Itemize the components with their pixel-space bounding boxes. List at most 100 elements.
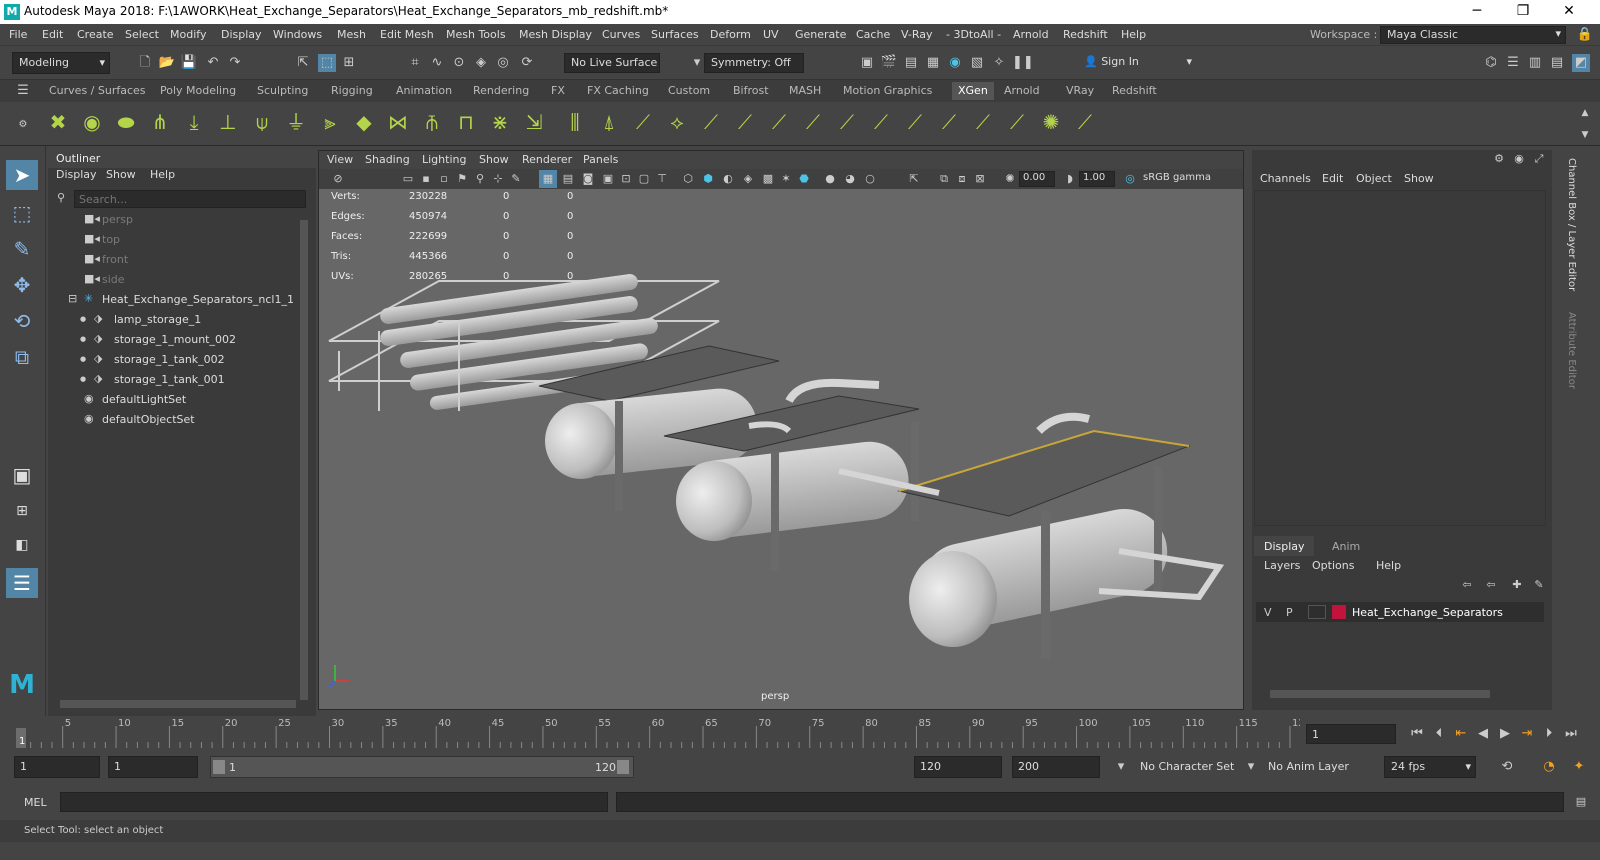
select-component-icon[interactable]: ⊞ [340,54,358,72]
render-view-icon[interactable]: ▣ [858,54,876,72]
tab-fx-caching[interactable]: FX Caching [587,84,649,97]
xgen-groom-icon[interactable]: ⋔ [147,107,173,137]
snap-view-icon[interactable]: ◈ [472,54,490,72]
tab-curves-surfaces[interactable]: Curves / Surfaces [49,84,146,97]
isolate-icon[interactable]: ⬡ [679,170,697,188]
hypershade-icon[interactable]: ◉ [946,54,964,72]
wireframe-shaded-icon[interactable]: ▩ [759,170,777,188]
channel-box-side-tab[interactable]: Channel Box / Layer Editor [1566,158,1577,291]
color-management-icon[interactable]: ◎ [1121,170,1139,188]
animation-preferences-icon[interactable]: ✦ [1570,758,1588,776]
film-gate-icon[interactable]: ⚑ [453,170,471,188]
time-slider[interactable]: 5 10 15 20 25 30 35 40 45 50 55 60 65 70 75 80 85 90 95 100… [0,716,1600,752]
xgen-pinch-icon[interactable]: ⟋ [970,107,996,137]
camera-attributes-icon[interactable]: ▭ [399,170,417,188]
move-tool-icon[interactable]: ✥ [6,270,38,300]
shelf-settings-icon[interactable]: ⚙ [14,116,32,134]
menu-select[interactable]: Select [125,28,159,41]
viewport-menu-view[interactable]: View [327,153,353,166]
pan-zoom-icon[interactable]: ⇱ [905,170,923,188]
outliner-item-front[interactable]: ■◂ front [48,250,298,270]
xray-active-icon[interactable]: ◈ [739,170,757,188]
snap-vertex-icon[interactable]: ⟳ [518,54,536,72]
anim-layer-field[interactable]: No Anim Layer [1268,760,1349,773]
textured-icon[interactable]: ⊡ [617,170,635,188]
outliner-menu-display[interactable]: Display [56,168,97,181]
layer-playback-toggle[interactable]: P [1286,606,1293,619]
live-surface-field[interactable]: No Live Surface [564,53,660,73]
select-camera-icon[interactable]: ⊘ [329,170,347,188]
hud-icon[interactable]: ○ [861,170,879,188]
xgen-comb-icon[interactable]: ⫸ [317,107,343,137]
tab-mash[interactable]: MASH [789,84,821,97]
shelf-menu-icon[interactable]: ☰ [14,82,32,100]
menu-file[interactable]: File [9,28,27,41]
safe-action-icon[interactable]: ✎ [507,170,525,188]
xgen-noise-icon[interactable]: ⟡ [664,107,690,137]
lights-icon[interactable]: ▢ [635,170,653,188]
menu-deform[interactable]: Deform [710,28,751,41]
outliner-item-default-light-set[interactable]: ◉ defaultLightSet [48,390,298,410]
tab-rendering[interactable]: Rendering [473,84,529,97]
xgen-clump-icon[interactable]: ⋇ [487,107,513,137]
menu-surfaces[interactable]: Surfaces [651,28,699,41]
xgen-scatter-icon[interactable]: ✺ [1038,107,1064,137]
resolution-gate-icon[interactable]: ⚲ [471,170,489,188]
collapse-icon[interactable]: ⊟ [68,292,77,305]
menu-create[interactable]: Create [77,28,114,41]
go-to-start-icon[interactable]: ⏮ [1408,725,1426,743]
single-perspective-icon[interactable]: ▣ [6,460,38,490]
outliner-horizontal-scrollbar[interactable] [60,700,296,708]
layer-name[interactable]: Heat_Exchange_Separators [1352,606,1503,619]
four-view-icon[interactable]: ⊞ [6,496,38,526]
xgen-export-icon[interactable]: ⇲ [521,107,547,137]
menu-generate[interactable]: Generate [795,28,846,41]
menu-edit[interactable]: Edit [42,28,63,41]
xgen-place-icon[interactable]: ⤓ [181,107,207,137]
tab-sculpting[interactable]: Sculpting [257,84,308,97]
script-language-label[interactable]: MEL [24,796,47,809]
channelbox-menu-channels[interactable]: Channels [1260,172,1311,185]
xgen-density-icon[interactable]: ⍋ [596,107,622,137]
xgen-smooth-icon[interactable]: ⟋ [630,107,656,137]
bookmark-icon[interactable]: ▪ [417,170,435,188]
layer-editor-icon[interactable]: ◩ [1572,54,1590,72]
layer-visibility-toggle[interactable]: V [1264,606,1272,619]
go-to-end-icon[interactable]: ⏭ [1562,725,1580,743]
shelf-scroll-down-icon[interactable]: ▼ [1576,126,1594,144]
xgen-twist-icon[interactable]: ⟋ [732,107,758,137]
tab-custom[interactable]: Custom [668,84,710,97]
step-back-key-icon[interactable]: ⇤ [1452,725,1470,743]
loop-icon[interactable]: ⟲ [1498,758,1516,776]
frame-all-icon[interactable]: ⊠ [971,170,989,188]
animation-end-field[interactable]: 200 [1012,756,1100,778]
xgen-editor-icon[interactable]: ✖ [45,107,71,137]
channelbox-expand-icon[interactable]: ⤢ [1530,150,1548,168]
tab-animation[interactable]: Animation [396,84,452,97]
layer-row[interactable]: V P Heat_Exchange_Separators [1256,602,1544,622]
layer-type-toggle[interactable] [1308,605,1326,619]
outliner-item-side[interactable]: ■◂ side [48,270,298,290]
maximize-button[interactable]: ❐ [1500,0,1546,24]
render-setup-icon[interactable]: ▧ [968,54,986,72]
outliner-menu-show[interactable]: Show [106,168,136,181]
outliner-item-group[interactable]: ⊟ ✳ Heat_Exchange_Separators_ncl1_1 [48,290,298,310]
outliner-search-input[interactable] [74,190,306,208]
modeling-toolkit-icon[interactable]: ⌬ [1482,54,1500,72]
outliner-item-default-object-set[interactable]: ◉ defaultObjectSet [48,410,298,430]
viewport-menu-panels[interactable]: Panels [583,153,618,166]
snap-curve-icon[interactable]: ∿ [428,54,446,72]
play-forwards-icon[interactable]: ▶ [1496,725,1514,743]
light-editor-icon[interactable]: ✧ [990,54,1008,72]
xgen-lock-icon[interactable]: ⏚ [283,107,309,137]
exposure-icon[interactable]: ✺ [1001,170,1019,188]
xgen-brush-icon[interactable]: ⫼ [562,107,588,137]
fps-dropdown[interactable]: 24 fps ▾ [1384,756,1476,778]
step-back-frame-icon[interactable]: ⏴ [1430,725,1448,743]
grid-icon[interactable]: ▦ [539,170,557,188]
default-material-icon[interactable]: ▣ [599,170,617,188]
tool-settings-icon[interactable]: ▥ [1526,54,1544,72]
wireframe-icon[interactable]: ▤ [559,170,577,188]
symmetry-field[interactable]: Symmetry: Off [704,53,804,73]
channelbox-help-icon[interactable]: ◉ [1510,150,1528,168]
